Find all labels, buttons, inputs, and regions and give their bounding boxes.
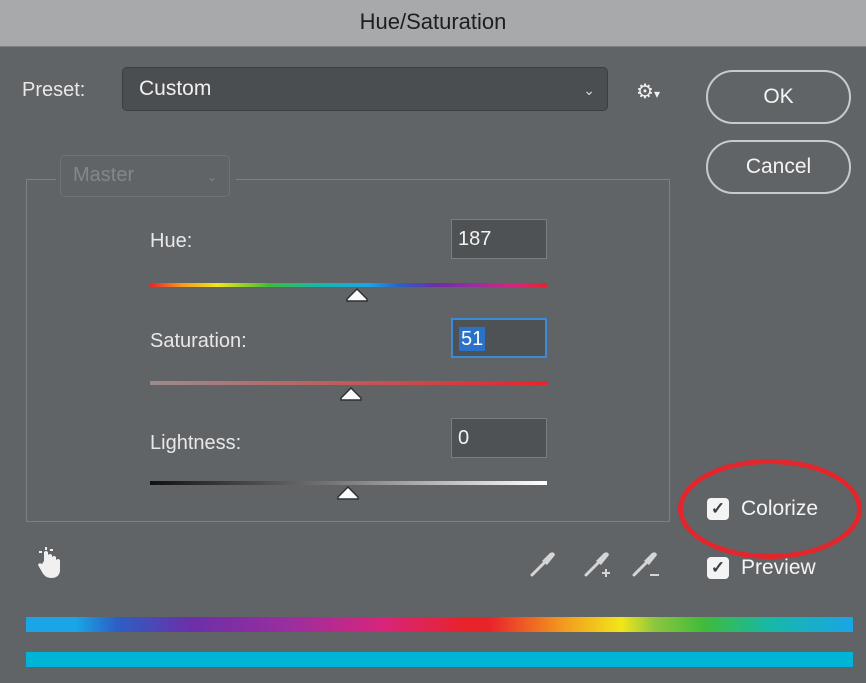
preset-label: Preset: <box>22 79 86 101</box>
hue-field[interactable]: 187 <box>451 219 547 259</box>
preset-value: Custom <box>139 77 212 100</box>
eyedropper-plus-icon[interactable] <box>582 547 616 581</box>
lightness-field[interactable]: 0 <box>451 418 547 458</box>
lightness-track[interactable] <box>150 481 547 485</box>
chevron-down-icon: ⌄ <box>206 170 217 184</box>
saturation-field[interactable]: 51 <box>451 318 547 358</box>
preset-dropdown[interactable]: Custom ⌄ <box>122 67 608 111</box>
ok-button[interactable]: OK <box>706 70 851 124</box>
gear-icon[interactable]: ⚙▾ <box>636 79 660 104</box>
eyedropper-minus-icon[interactable] <box>630 547 664 581</box>
output-color-bar <box>26 652 853 667</box>
hue-value: 187 <box>458 228 492 250</box>
adjustment-group <box>26 179 670 522</box>
lightness-label: Lightness: <box>150 432 242 454</box>
hue-track[interactable] <box>150 283 547 287</box>
preview-label: Preview <box>741 556 816 579</box>
saturation-track[interactable] <box>150 381 547 385</box>
channel-dropdown-wrapper: Master ⌄ <box>56 155 236 199</box>
saturation-value: 51 <box>459 327 486 351</box>
cancel-button[interactable]: Cancel <box>706 140 851 194</box>
channel-dropdown[interactable]: Master ⌄ <box>60 155 230 197</box>
saturation-label: Saturation: <box>150 330 247 352</box>
preview-checkbox[interactable]: ✓ <box>707 557 729 579</box>
targeted-adjustment-hand-icon[interactable] <box>36 547 64 581</box>
lightness-value: 0 <box>458 427 470 449</box>
eyedropper-icon[interactable] <box>528 547 560 579</box>
hue-label: Hue: <box>150 230 193 252</box>
chevron-down-icon: ⌄ <box>583 82 595 98</box>
input-color-bar <box>26 617 853 632</box>
channel-value: Master <box>73 164 135 186</box>
window-title: Hue/Saturation <box>0 0 866 47</box>
highlight-annotation <box>678 459 862 559</box>
